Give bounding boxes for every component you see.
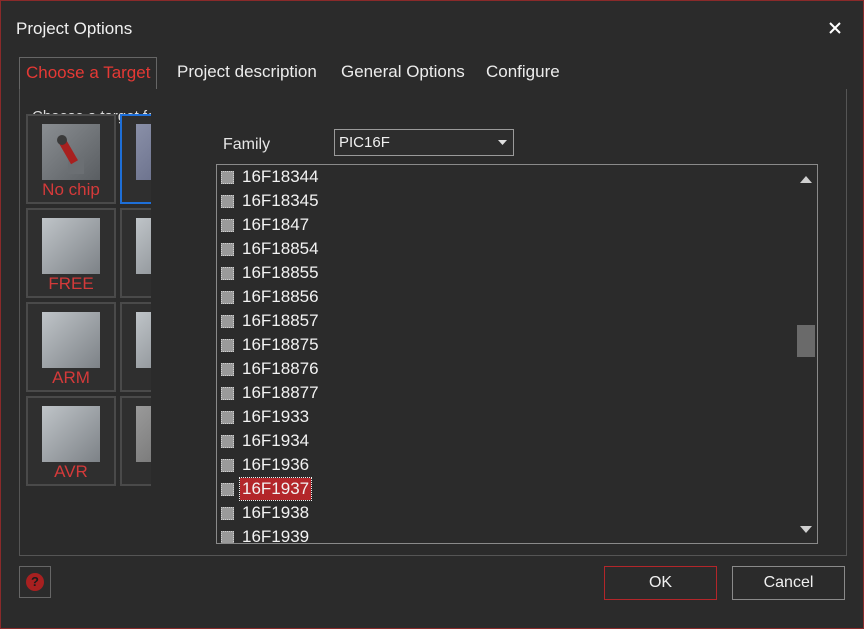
chip-icon [221, 338, 234, 352]
list-item[interactable]: 16F1847 [221, 213, 311, 237]
list-item[interactable]: 16F18855 [221, 261, 321, 285]
tile-label: P [122, 368, 151, 388]
star-icon [136, 406, 151, 462]
chip-icon [221, 482, 234, 496]
list-item[interactable]: 16F1933 [221, 405, 311, 429]
list-item[interactable]: 16F1936 [221, 453, 311, 477]
chip-icon [221, 458, 234, 472]
tab-panel: Choose a target for this flowchart: No c… [19, 89, 847, 556]
target-arm[interactable]: ARM [26, 302, 116, 392]
item-label: 16F18876 [242, 359, 319, 378]
item-label: 16F18857 [242, 311, 319, 330]
project-options-dialog: Project Options Choose a Target Project … [0, 0, 864, 629]
chip-icon [221, 410, 234, 424]
tile-label: No chip [42, 180, 100, 199]
list-item[interactable]: 16F18877 [221, 381, 321, 405]
tab-project-description[interactable]: Project description [171, 57, 323, 87]
family-label: Family [223, 136, 271, 153]
target-no-chip[interactable]: No chip [26, 114, 116, 204]
list-item[interactable]: 16F1938 [221, 501, 311, 525]
tab-bar: Choose a Target Project description Gene… [19, 57, 843, 90]
list-item[interactable]: 16F18876 [221, 357, 321, 381]
chip-icon [136, 312, 151, 368]
chip-icon [136, 218, 151, 274]
chip-icon [221, 530, 234, 543]
list-item[interactable]: 16F18856 [221, 285, 321, 309]
chip-selector-popup: Family PIC16F 16F18344 16F18345 16F1847 … [151, 89, 846, 555]
tab-configure[interactable]: Configure [480, 57, 566, 87]
chip-icon [221, 266, 234, 280]
chip-icon [221, 242, 234, 256]
item-label: 16F18854 [242, 239, 319, 258]
chip-icon [221, 314, 234, 328]
item-label: 16F18875 [242, 335, 319, 354]
scroll-thumb[interactable] [797, 325, 815, 357]
target-favourites[interactable]: Fav [120, 396, 151, 486]
tile-label: P [122, 274, 151, 294]
item-label: 16F1937 [238, 477, 313, 501]
chevron-down-icon [491, 130, 513, 155]
item-label: 16F1936 [242, 455, 310, 474]
ok-button[interactable]: OK [604, 566, 717, 600]
list-item[interactable]: 16F18345 [221, 189, 321, 213]
list-item[interactable]: 16F1934 [221, 429, 311, 453]
item-label: 16F18856 [242, 287, 319, 306]
item-label: 16F18344 [242, 167, 319, 186]
tile-label: ARM [52, 368, 90, 387]
list-item[interactable]: 16F18875 [221, 333, 321, 357]
triangle-up-icon [800, 175, 812, 183]
help-icon: ? [26, 573, 44, 591]
tab-choose-target[interactable]: Choose a Target [19, 57, 158, 90]
item-label: 16F18855 [242, 263, 319, 282]
item-label: 16F1939 [242, 527, 310, 544]
list-item[interactable]: 16F1939 [221, 525, 311, 544]
item-label: 16F18877 [242, 383, 319, 402]
scroll-down-button[interactable] [795, 519, 817, 539]
tab-general-options[interactable]: General Options [335, 57, 471, 87]
item-label: 16F1934 [242, 431, 310, 450]
item-label: 16F1847 [242, 215, 310, 234]
chip-icon [221, 290, 234, 304]
list-item[interactable]: 16F18344 [221, 165, 321, 189]
item-label: 16F18345 [242, 191, 319, 210]
close-icon [829, 22, 841, 34]
chip-icon [221, 506, 234, 520]
chip-icon [221, 218, 234, 232]
chip-icon [221, 194, 234, 208]
cancel-button[interactable]: Cancel [732, 566, 845, 600]
list-item-selected[interactable]: 16F1937 [221, 477, 313, 501]
vertical-scrollbar[interactable] [795, 165, 817, 543]
item-label: 16F1938 [242, 503, 310, 522]
tile-label: FREE [48, 274, 94, 293]
close-button[interactable] [821, 14, 849, 42]
robot-arm-icon [42, 124, 100, 180]
chip-icon [221, 386, 234, 400]
chip-icon [42, 406, 100, 462]
chip-list[interactable]: 16F18344 16F18345 16F1847 16F18854 16F18… [216, 164, 818, 544]
scroll-up-button[interactable] [795, 169, 817, 189]
chip-icon [221, 434, 234, 448]
family-dropdown[interactable]: PIC16F [334, 129, 514, 156]
chip-icon [42, 218, 100, 274]
chip-icon [136, 124, 151, 180]
list-item[interactable]: 16F18857 [221, 309, 321, 333]
help-button[interactable]: ? [19, 566, 51, 598]
target-pic-2[interactable]: P [120, 302, 151, 392]
target-pic-1[interactable]: P [120, 208, 151, 298]
target-avr[interactable]: AVR [26, 396, 116, 486]
target-free[interactable]: FREE [26, 208, 116, 298]
title-bar: Project Options [1, 1, 863, 53]
tile-label: Fav [122, 462, 152, 482]
family-value: PIC16F [339, 134, 390, 151]
tile-label: AVR [54, 462, 88, 481]
item-label: 16F1933 [242, 407, 310, 426]
target-selected[interactable] [120, 114, 151, 204]
dialog-title: Project Options [16, 19, 133, 38]
target-grid: Choose a target for this flowchart: No c… [20, 89, 151, 551]
triangle-down-icon [800, 525, 812, 533]
chip-icon [221, 170, 234, 184]
chip-icon [221, 362, 234, 376]
list-item[interactable]: 16F18854 [221, 237, 321, 261]
chip-icon [42, 312, 100, 368]
